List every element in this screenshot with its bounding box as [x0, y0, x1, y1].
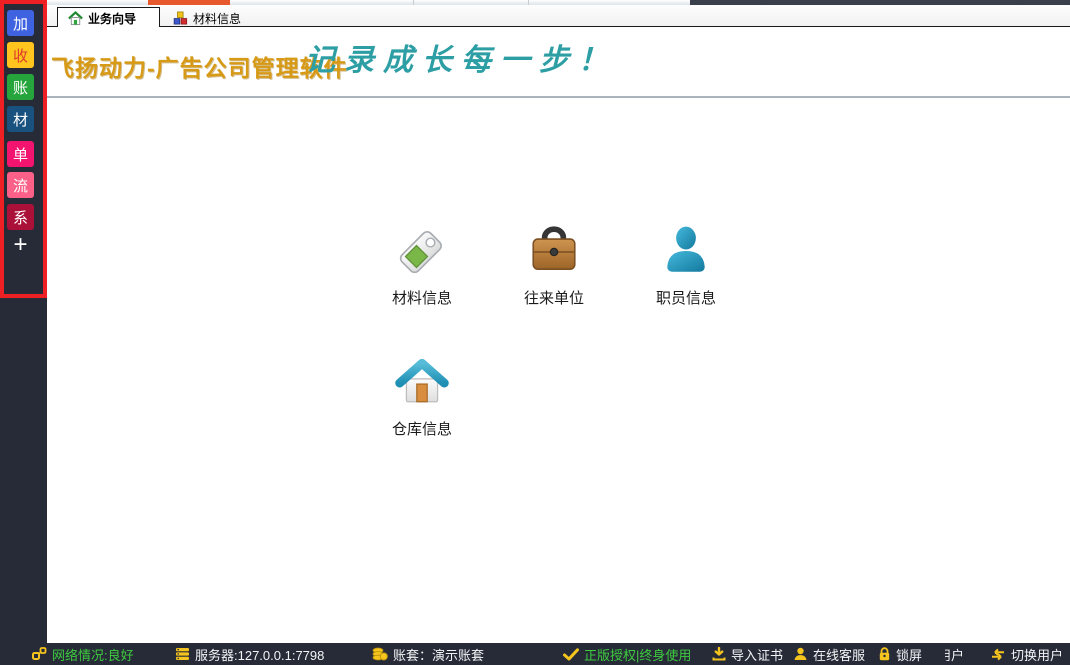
switch-user-button[interactable]: 切换用户: [990, 643, 1063, 665]
sidebar-item-system[interactable]: 系: [7, 204, 34, 230]
person-icon: [631, 224, 741, 278]
shortcut-partners[interactable]: 往来单位: [499, 224, 609, 308]
import-cert-button[interactable]: 导入证书: [712, 643, 783, 665]
brand-header: 飞扬动力-广告公司管理软件 记录成长每一步！: [47, 27, 1070, 98]
sidebar-item-flow[interactable]: 流: [7, 172, 34, 198]
tab-business-wizard[interactable]: 业务向导: [57, 7, 160, 28]
network-status: 网络情况:良好: [32, 643, 134, 665]
account-set-text: 账套：演示账套: [393, 645, 484, 664]
check-icon: [563, 648, 579, 661]
brand-title: 飞扬动力-广告公司管理软件: [51, 49, 348, 83]
sidebar-item-account[interactable]: 账: [7, 74, 34, 100]
lock-screen-button[interactable]: 锁屏: [878, 643, 922, 665]
online-support-button[interactable]: 在线客服: [793, 643, 865, 665]
house-icon: [367, 355, 477, 409]
briefcase-icon: [499, 224, 609, 278]
download-icon: [712, 647, 726, 661]
shortcut-label: 职员信息: [631, 287, 741, 308]
shortcut-label: 材料信息: [367, 287, 477, 308]
sidebar-add-button[interactable]: +: [7, 232, 34, 258]
tab-label: 业务向导: [88, 10, 136, 27]
account-set-status: 账套：演示账套: [372, 643, 484, 665]
tab-material-info[interactable]: 材料信息: [163, 8, 263, 28]
shortcut-warehouse-info[interactable]: 仓库信息: [367, 355, 477, 439]
cubes-icon: [173, 11, 188, 26]
sidebar-item-material[interactable]: 材: [7, 106, 34, 132]
main-canvas: 材料信息 往来单位: [47, 100, 1070, 643]
user-item[interactable]: 用户: [945, 643, 965, 665]
support-person-icon: [793, 647, 808, 661]
tab-bar: 业务向导 材料信息: [47, 5, 1070, 27]
shortcut-label: 往来单位: [499, 287, 609, 308]
sidebar-item-receive[interactable]: 收: [7, 42, 34, 68]
lock-icon: [878, 647, 891, 661]
user-label: 用户: [945, 645, 964, 664]
sidebar-item-add[interactable]: 加: [7, 10, 34, 36]
swap-arrows-icon: [990, 648, 1006, 661]
tag-icon: [367, 224, 477, 278]
lock-screen-label: 锁屏: [896, 645, 922, 664]
app-window: 加 收 账 材 单 流 系 + 业务向导: [0, 0, 1070, 665]
sidebar: 加 收 账 材 单 流 系 +: [0, 0, 47, 665]
shortcut-staff-info[interactable]: 职员信息: [631, 224, 741, 308]
coins-icon: [372, 647, 388, 661]
network-icon: [32, 647, 47, 661]
license-text: 正版授权|终身使用: [584, 645, 691, 664]
online-support-label: 在线客服: [813, 645, 865, 664]
tab-label: 材料信息: [193, 10, 241, 27]
import-cert-label: 导入证书: [731, 645, 783, 664]
server-status-text: 服务器:127.0.0.1:7798: [195, 645, 324, 664]
brand-slogan: 记录成长每一步！: [305, 35, 617, 79]
switch-user-label: 切换用户: [1011, 645, 1063, 664]
server-icon: [175, 647, 190, 661]
shortcut-material-info[interactable]: 材料信息: [367, 224, 477, 308]
sidebar-item-order[interactable]: 单: [7, 141, 34, 167]
status-bar: 网络情况:良好 服务器:127.0.0.1:7798 账套：演示账套: [0, 643, 1070, 665]
shortcut-label: 仓库信息: [367, 418, 477, 439]
server-status: 服务器:127.0.0.1:7798: [175, 643, 324, 665]
home-icon: [68, 11, 83, 26]
license-status: 正版授权|终身使用: [563, 643, 691, 665]
network-status-text: 网络情况:良好: [52, 645, 134, 664]
